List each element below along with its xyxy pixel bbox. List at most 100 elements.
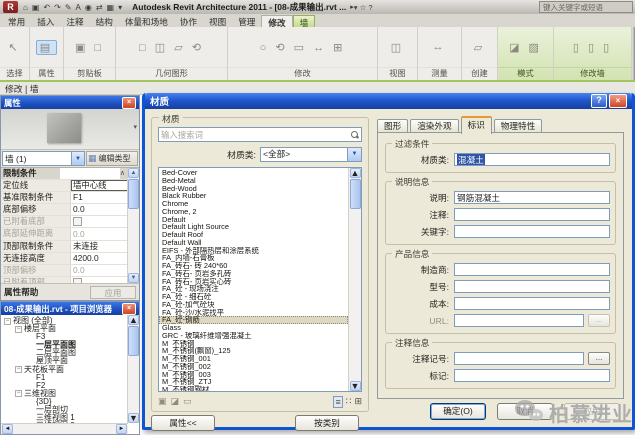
field-input[interactable]: [454, 263, 610, 276]
ribbon-panel-icons[interactable]: ◪ ▨: [498, 27, 553, 67]
ok-button[interactable]: 确定(O): [430, 403, 486, 420]
close-icon[interactable]: ×: [122, 303, 136, 315]
list-view-icon[interactable]: ≡: [333, 396, 342, 408]
tool-icon[interactable]: ◫: [391, 41, 404, 54]
property-value[interactable]: [60, 168, 119, 179]
infocenter-search-input[interactable]: 键入关键字或短语: [539, 1, 633, 13]
ribbon-panel-icons[interactable]: ▤: [30, 27, 63, 67]
tool-icon[interactable]: ↔: [433, 41, 447, 53]
tool-icon[interactable]: ▯ ▯ ▯: [573, 41, 612, 54]
property-row[interactable]: 底部偏移 0.0: [1, 204, 128, 216]
infocenter-icons[interactable]: ▾ ☆ ?: [354, 3, 373, 12]
scrollbar-thumb[interactable]: [128, 179, 139, 209]
ribbon-panel[interactable]: ↖ 选择: [0, 27, 30, 80]
material-list-scrollbar[interactable]: ▲ ▼: [348, 168, 361, 391]
checkbox[interactable]: [73, 217, 82, 226]
ribbon-panel-icons[interactable]: ▱: [462, 27, 497, 67]
material-item[interactable]: FA_砖石- 砖 240*60: [159, 262, 348, 270]
tool-icon[interactable]: ◪ ▨: [509, 41, 542, 54]
scroll-up-icon[interactable]: ▲: [350, 168, 361, 178]
scroll-right-icon[interactable]: ►: [116, 424, 127, 434]
render-thumb-icon[interactable]: ◪: [171, 396, 180, 407]
tree-expand-icon[interactable]: −: [4, 318, 11, 325]
close-icon[interactable]: ×: [122, 97, 136, 109]
material-item[interactable]: M_不锈钢钢材: [159, 386, 348, 392]
ribbon-panel[interactable]: ◫ 视图: [378, 27, 418, 80]
ribbon-panel[interactable]: □ ◫ ▱ ⟲ 几何图形: [116, 27, 228, 80]
scroll-down-icon[interactable]: ▼: [128, 273, 139, 283]
properties-toggle-button[interactable]: 属性<<: [151, 415, 215, 431]
chevron-down-icon[interactable]: ▼: [71, 152, 84, 165]
scroll-down-icon[interactable]: ▼: [128, 413, 139, 423]
tree-item[interactable]: F2: [3, 382, 127, 390]
ribbon-tab[interactable]: 注释: [60, 15, 89, 27]
ribbon-tab[interactable]: 墙: [293, 15, 316, 27]
close-icon[interactable]: ×: [609, 94, 627, 108]
material-item[interactable]: GRC - 玻璃纤维增强混凝土: [159, 332, 348, 340]
ribbon-tab[interactable]: 体量和场地: [119, 15, 174, 27]
material-item[interactable]: M_不锈钢_003: [159, 371, 348, 379]
ribbon-tab[interactable]: 协作: [174, 15, 203, 27]
material-item[interactable]: M_不锈钢_002: [159, 363, 348, 371]
scroll-down-icon[interactable]: ▼: [350, 381, 361, 391]
ribbon-panel-icons[interactable]: □ ◫ ▱ ⟲: [116, 27, 227, 67]
by-category-button[interactable]: 按类别: [295, 415, 359, 431]
property-value[interactable]: 0.0: [71, 204, 128, 215]
tree-item[interactable]: − 视图 (全部): [3, 317, 127, 325]
property-row[interactable]: 底部延伸距离 0.0: [1, 228, 128, 240]
qat-icon[interactable]: ⌂: [21, 1, 30, 14]
material-item[interactable]: Chrome, 2: [159, 208, 348, 216]
qat-icon[interactable]: ▦: [105, 1, 117, 14]
scrollbar-thumb[interactable]: [350, 179, 361, 209]
ribbon-panel-icons[interactable]: ◫: [378, 27, 417, 67]
edit-type-button[interactable]: ▦ 编辑类型: [86, 151, 138, 166]
material-item[interactable]: Chrome: [159, 200, 348, 208]
material-item[interactable]: Default: [159, 216, 348, 224]
field-input[interactable]: [454, 352, 584, 365]
material-item[interactable]: Glass: [159, 324, 348, 332]
tree-item[interactable]: − 天花板平面: [3, 366, 127, 374]
material-item[interactable]: M_不锈钢_ZTJ: [159, 378, 348, 386]
scroll-left-icon[interactable]: ◄: [2, 424, 13, 434]
field-input[interactable]: [454, 314, 584, 327]
material-class-dropdown[interactable]: <全部> ▼: [260, 147, 362, 162]
small-icons-view-icon[interactable]: ∷: [346, 396, 352, 408]
apply-button[interactable]: 应用: [564, 403, 620, 420]
material-item[interactable]: EIFS - 外部隔热层和涂层系统: [159, 247, 348, 255]
qat-icon[interactable]: ▣: [30, 1, 42, 14]
material-item[interactable]: Default Roof: [159, 231, 348, 239]
ribbon-tab[interactable]: 修改: [261, 15, 292, 27]
field-input[interactable]: [454, 225, 610, 238]
type-selector-dropdown[interactable]: 墙 (1) ▼: [2, 151, 85, 166]
dialog-tab[interactable]: 标识: [461, 116, 492, 134]
property-value[interactable]: 0.0: [71, 265, 128, 276]
material-item[interactable]: M_不锈钢(飘窗)_125: [159, 347, 348, 355]
tool-icon[interactable]: ○ ⟲ ▭ ↔ ⊞: [260, 41, 346, 54]
tool-icon[interactable]: ▤: [36, 40, 57, 55]
tree-item[interactable]: − 楼层平面: [3, 325, 127, 333]
property-value[interactable]: 未连接: [71, 241, 128, 252]
qat-icon[interactable]: ▾: [116, 1, 124, 14]
tool-icon[interactable]: ↖: [8, 41, 20, 54]
tree-expand-icon[interactable]: −: [15, 390, 22, 397]
material-item[interactable]: FA_内墙-石膏板: [159, 254, 348, 262]
qat-icon[interactable]: ⇄: [94, 1, 105, 14]
chevron-down-icon[interactable]: ▼: [347, 148, 361, 161]
ribbon-tab[interactable]: 视图: [203, 15, 232, 27]
field-input[interactable]: 混凝土: [454, 153, 610, 166]
material-item[interactable]: FA_砖石- 页岩实心砖: [159, 278, 348, 286]
material-item[interactable]: Bed-Wood: [159, 185, 348, 193]
ribbon-panel[interactable]: ↔ 测量: [418, 27, 462, 80]
property-value[interactable]: 4200.0: [71, 253, 128, 264]
tree-expand-icon[interactable]: −: [15, 326, 22, 333]
help-icon[interactable]: ?: [591, 94, 607, 108]
tree-expand-icon[interactable]: −: [15, 366, 22, 373]
ribbon-tab[interactable]: 结构: [90, 15, 119, 27]
ribbon-panel[interactable]: ◪ ▨ 模式: [498, 27, 554, 80]
ribbon-panel-icons[interactable]: ▯ ▯ ▯: [554, 27, 631, 67]
large-icons-view-icon[interactable]: ⊞: [354, 396, 362, 408]
tool-icon[interactable]: ▣ □: [75, 41, 104, 54]
property-value[interactable]: F1: [71, 192, 128, 203]
tree-horizontal-scrollbar[interactable]: ◄ ►: [1, 423, 128, 434]
property-row[interactable]: 限制条件 ∧: [1, 168, 128, 180]
